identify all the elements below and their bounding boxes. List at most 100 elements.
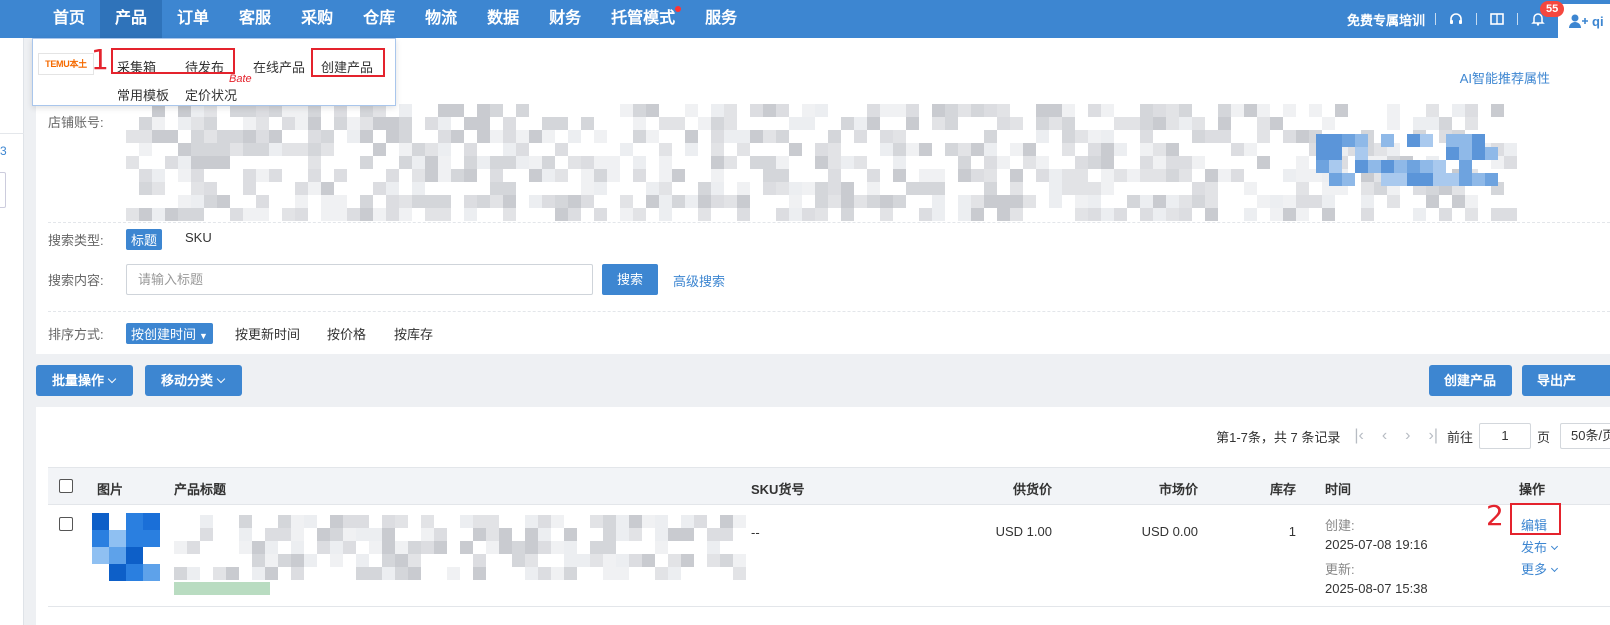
blur-pixel bbox=[789, 182, 802, 195]
blur-pixel bbox=[984, 104, 997, 117]
blur-pixel bbox=[464, 156, 477, 169]
blur-pixel bbox=[997, 104, 1010, 117]
col-stock: 库存 bbox=[1269, 482, 1296, 497]
nav-order[interactable]: 订单 bbox=[162, 0, 224, 38]
blur-pixel bbox=[1504, 208, 1517, 221]
search-type-sku[interactable]: SKU bbox=[185, 230, 212, 245]
search-type-title[interactable]: 标题 bbox=[126, 229, 163, 250]
blur-pixel bbox=[126, 513, 143, 530]
blur-pixel bbox=[1407, 173, 1420, 186]
blur-pixel bbox=[694, 515, 707, 528]
blur-pixel bbox=[408, 541, 421, 554]
blur-pixel bbox=[92, 530, 109, 547]
blur-pixel bbox=[1218, 104, 1231, 117]
blur-pixel bbox=[1452, 195, 1465, 208]
training-link[interactable]: 免费专属培训 bbox=[1337, 10, 1435, 29]
blur-pixel bbox=[200, 515, 213, 528]
search-button[interactable]: 搜索 bbox=[602, 264, 658, 295]
book-icon[interactable] bbox=[1477, 0, 1517, 38]
blur-pixel bbox=[711, 130, 724, 143]
nav-services[interactable]: 服务 bbox=[690, 0, 752, 38]
blur-pixel bbox=[590, 554, 603, 567]
move-category-button[interactable]: 移动分类 bbox=[145, 365, 242, 396]
blur-pixel bbox=[1153, 117, 1166, 130]
page-unit: 页 bbox=[1536, 429, 1550, 445]
blur-pixel bbox=[1270, 117, 1283, 130]
updated-label: 更新: bbox=[1325, 562, 1355, 577]
blur-pixel bbox=[646, 195, 659, 208]
blur-pixel bbox=[1127, 169, 1140, 182]
blur-pixel bbox=[360, 156, 373, 169]
blur-pixel bbox=[295, 182, 308, 195]
nav-product[interactable]: 产品 bbox=[100, 0, 163, 38]
blur-pixel bbox=[984, 130, 997, 143]
blur-pixel bbox=[412, 195, 425, 208]
page-input[interactable]: 1 bbox=[1478, 423, 1531, 449]
last-page-icon[interactable]: ›| bbox=[1428, 427, 1437, 445]
row-checkbox[interactable] bbox=[59, 517, 73, 531]
left-input[interactable] bbox=[0, 172, 6, 208]
nav-purchase[interactable]: 采购 bbox=[286, 0, 348, 38]
nav-hosting[interactable]: 托管模式 bbox=[596, 0, 690, 38]
blur-pixel bbox=[672, 195, 685, 208]
menu-common-templates[interactable]: 常用模板 bbox=[117, 85, 169, 104]
blur-pixel bbox=[1446, 147, 1459, 160]
menu-online-products[interactable]: 在线产品 bbox=[253, 57, 305, 76]
ai-recommend-link[interactable]: AI智能推荐属性 bbox=[1460, 68, 1550, 87]
blur-pixel bbox=[1140, 156, 1153, 169]
blur-pixel bbox=[1368, 160, 1381, 173]
blur-pixel bbox=[867, 182, 880, 195]
user-menu[interactable]: qi bbox=[1558, 4, 1610, 38]
advanced-search-link[interactable]: 高级搜索 bbox=[673, 271, 725, 290]
publish-link[interactable]: 发布 bbox=[1521, 537, 1559, 556]
search-input[interactable]: 请输入标题 bbox=[126, 264, 593, 295]
created-label: 创建: bbox=[1325, 518, 1355, 533]
blur-pixel bbox=[178, 208, 191, 221]
more-link[interactable]: 更多 bbox=[1521, 559, 1559, 578]
batch-ops-button[interactable]: 批量操作 bbox=[36, 365, 133, 396]
blur-pixel bbox=[438, 208, 451, 221]
nav-warehouse[interactable]: 仓库 bbox=[348, 0, 410, 38]
next-page-icon[interactable]: › bbox=[1405, 427, 1410, 445]
blur-pixel bbox=[564, 567, 577, 580]
blur-pixel bbox=[399, 130, 412, 143]
blur-pixel bbox=[382, 528, 395, 541]
blur-pixel bbox=[165, 130, 178, 143]
product-title-blurred[interactable] bbox=[174, 515, 746, 595]
menu-pricing-status[interactable]: 定价状况 bbox=[185, 85, 237, 104]
col-ops: 操作 bbox=[1519, 482, 1546, 497]
product-thumbnail[interactable] bbox=[92, 513, 160, 581]
create-product-button[interactable]: 创建产品 bbox=[1429, 365, 1512, 396]
blur-pixel bbox=[711, 156, 724, 169]
blur-pixel bbox=[620, 208, 633, 221]
blur-pixel bbox=[1218, 130, 1231, 143]
blur-pixel bbox=[958, 156, 971, 169]
sort-stock[interactable]: 按库存 bbox=[394, 324, 433, 343]
nav-logistics[interactable]: 物流 bbox=[410, 0, 472, 38]
nav-data[interactable]: 数据 bbox=[472, 0, 534, 38]
blur-pixel bbox=[776, 104, 789, 117]
blur-pixel bbox=[386, 130, 399, 143]
blur-pixel bbox=[603, 567, 616, 580]
pagination: 第1-7条，共 7 条记录 |‹ ‹ › ›| 前往 1 页 50条/页 bbox=[1216, 423, 1610, 449]
select-all-checkbox[interactable] bbox=[59, 479, 73, 493]
blur-pixel bbox=[308, 156, 321, 169]
nav-home[interactable]: 首页 bbox=[38, 0, 100, 38]
blur-pixel bbox=[1459, 134, 1472, 147]
page-size-select[interactable]: 50条/页 bbox=[1560, 423, 1610, 449]
bell-icon[interactable]: 55 bbox=[1518, 0, 1565, 38]
blur-pixel bbox=[438, 156, 451, 169]
sort-updated[interactable]: 按更新时间 bbox=[235, 324, 300, 343]
blur-pixel bbox=[191, 156, 204, 169]
sort-created[interactable]: 按创建时间 ▼ bbox=[126, 323, 213, 344]
sort-price[interactable]: 按价格 bbox=[327, 324, 366, 343]
nav-finance[interactable]: 财务 bbox=[534, 0, 596, 38]
blur-pixel bbox=[1322, 208, 1335, 221]
nav-service[interactable]: 客服 bbox=[224, 0, 286, 38]
blur-pixel bbox=[412, 182, 425, 195]
first-page-icon[interactable]: |‹ bbox=[1354, 427, 1363, 445]
headset-icon[interactable] bbox=[1436, 0, 1476, 38]
prev-page-icon[interactable]: ‹ bbox=[1382, 427, 1387, 445]
blur-pixel bbox=[1179, 117, 1192, 130]
export-button[interactable]: 导出产 bbox=[1522, 365, 1610, 396]
